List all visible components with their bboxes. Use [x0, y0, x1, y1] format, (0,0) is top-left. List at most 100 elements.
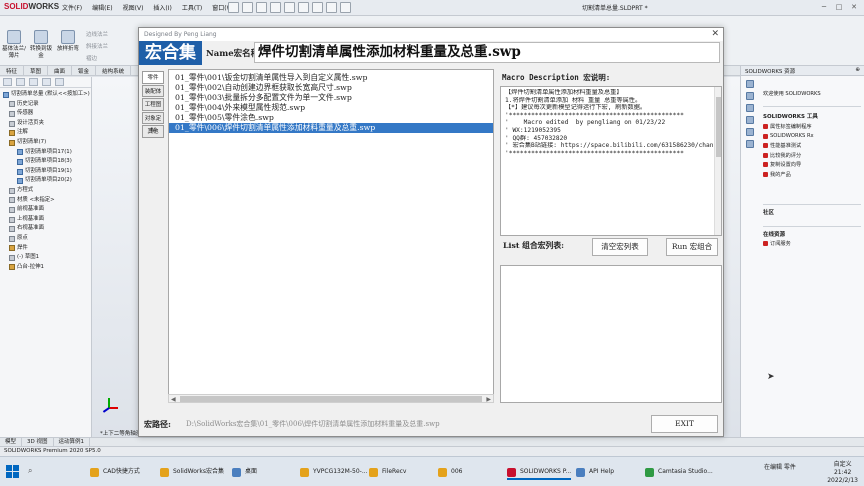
taskbar-app[interactable]: API Help	[576, 464, 614, 480]
tab-3d-views[interactable]: 3D 视图	[22, 438, 54, 446]
feature-manager-icon[interactable]	[3, 78, 12, 86]
exit-button[interactable]: EXIT	[651, 415, 718, 433]
tab-assembly[interactable]: 装配体	[142, 84, 164, 97]
macro-list[interactable]: 01_零件\001\钣金切割清单属性导入到自定义属性.swp 01_零件\002…	[168, 69, 494, 403]
tool-link[interactable]: SOLIDWORKS Rx	[763, 132, 814, 142]
edge-flange-button[interactable]: 边线法兰	[86, 30, 108, 38]
tree-item-cut-list-20[interactable]: 切割清单项目20(2)	[3, 176, 91, 186]
view-palette-tab-icon[interactable]	[746, 116, 754, 124]
taskbar-app[interactable]: 006	[438, 464, 462, 480]
taskbar-app[interactable]: SolidWorks宏合集	[160, 464, 224, 480]
subscription-link[interactable]: 订阅服务	[763, 239, 791, 249]
dialog-close-icon[interactable]: ✕	[711, 29, 719, 39]
macro-name-field[interactable]: 焊件切割清单属性添加材料重量及总重.swp	[254, 42, 720, 63]
display-manager-icon[interactable]	[55, 78, 64, 86]
tree-item-right-plane[interactable]: 右视基准面	[3, 224, 91, 234]
print-icon[interactable]	[270, 2, 281, 13]
list-item[interactable]: 01_零件\003\批量拆分多配置文件为单一文件.swp	[169, 93, 493, 103]
tray-clock[interactable]: 自定义 21:42 2022/2/13	[827, 461, 858, 485]
macro-list-hscrollbar[interactable]: ◀ ▶	[168, 394, 494, 403]
tab-model[interactable]: 模型	[0, 438, 23, 446]
tree-item-material[interactable]: 材质 <未指定>	[3, 196, 91, 206]
list-item[interactable]: 01_零件\005\零件涂色.swp	[169, 113, 493, 123]
save-icon[interactable]	[256, 2, 267, 13]
tree-item-annotations[interactable]: 注解	[3, 128, 91, 138]
hem-button[interactable]: 褶边	[86, 54, 97, 62]
tree-item-boss-extrude1[interactable]: 凸台-拉伸1	[3, 263, 91, 273]
scroll-right-icon[interactable]: ▶	[486, 396, 491, 403]
tab-sheetmetal[interactable]: 钣金	[72, 66, 97, 75]
taskbar-app[interactable]: 桌面	[232, 464, 257, 480]
windows-start-icon[interactable]	[6, 465, 19, 478]
appearances-tab-icon[interactable]	[746, 128, 754, 136]
tool-link[interactable]: 性能基准测试	[763, 141, 814, 151]
list-item[interactable]: 01_零件\002\自动创建边界框获取长宽高尺寸.swp	[169, 83, 493, 93]
miter-flange-button[interactable]: 斜接法兰	[86, 42, 108, 50]
taskbar-app[interactable]: Camtasia Studio...	[645, 464, 713, 480]
combo-macro-list[interactable]	[500, 265, 722, 403]
taskbar-app[interactable]: YVPCG132M-50-...	[300, 464, 368, 480]
taskbar-app-active[interactable]: SOLIDWORKS P...	[507, 464, 572, 480]
scroll-thumb[interactable]	[716, 97, 721, 157]
description-vscrollbar[interactable]	[714, 87, 721, 235]
base-flange-button[interactable]: 基体法兰/薄片	[2, 30, 26, 60]
menu-tools[interactable]: 工具(T)	[182, 3, 202, 12]
minimize-icon[interactable]: ─	[818, 2, 830, 13]
tree-item-weldment[interactable]: 焊件	[3, 244, 91, 254]
list-item-selected[interactable]: 01_零件\006\焊件切割清单属性添加材料重量及总重.swp	[169, 123, 493, 133]
list-item[interactable]: 01_零件\004\外来模型属性规范.swp	[169, 103, 493, 113]
menu-view[interactable]: 视图(V)	[123, 3, 144, 12]
tab-sketch[interactable]: 草图	[24, 66, 49, 75]
menu-file[interactable]: 文件(F)	[62, 3, 82, 12]
maximize-icon[interactable]: □	[833, 2, 845, 13]
tab-motion-study[interactable]: 运动算例1	[54, 438, 90, 446]
new-icon[interactable]	[228, 2, 239, 13]
select-icon[interactable]	[312, 2, 323, 13]
clear-list-button[interactable]: 清空宏列表	[592, 238, 648, 256]
tab-custom-object[interactable]: 对象定制	[142, 111, 164, 134]
config-manager-icon[interactable]	[29, 78, 38, 86]
pin-icon[interactable]: ⊕	[855, 67, 860, 74]
menu-insert[interactable]: 插入(I)	[153, 3, 171, 12]
tab-features[interactable]: 特征	[0, 66, 25, 75]
tool-link[interactable]: 我的产品	[763, 170, 814, 180]
scroll-left-icon[interactable]: ◀	[171, 396, 176, 403]
tree-root[interactable]: 切割清单总量 (默认<<按加工>)	[3, 90, 91, 100]
description-box[interactable]: 【焊件切割清单属性添加材料重量及总重】 1.将焊件切割清单添加 材料 重量 总重…	[500, 86, 722, 236]
run-combo-button[interactable]: Run 宏组合	[666, 238, 718, 256]
file-explorer-tab-icon[interactable]	[746, 104, 754, 112]
tree-item-sketch1[interactable]: (-) 草图1	[3, 253, 91, 263]
undo-icon[interactable]	[284, 2, 295, 13]
search-icon[interactable]: ⌕	[28, 466, 32, 476]
design-library-tab-icon[interactable]	[746, 92, 754, 100]
convert-sheetmetal-button[interactable]: 转换到钣金	[29, 30, 53, 60]
resources-tab-icon[interactable]	[746, 80, 754, 88]
tree-item-cut-list-17[interactable]: 切割清单项目17(1)	[3, 148, 91, 158]
redo-icon[interactable]	[298, 2, 309, 13]
tool-link[interactable]: 属性标签编制程序	[763, 122, 814, 132]
tree-item-cut-list[interactable]: 切割清单(7)	[3, 138, 91, 148]
tree-item-front-plane[interactable]: 前视基准面	[3, 205, 91, 215]
open-icon[interactable]	[242, 2, 253, 13]
tree-item-cut-list-18[interactable]: 切割清单项目18(3)	[3, 157, 91, 167]
tab-part[interactable]: 零件	[142, 71, 164, 84]
tree-item-equations[interactable]: 方程式	[3, 186, 91, 196]
tree-item-sensors[interactable]: 传感器	[3, 109, 91, 119]
tool-link[interactable]: 复制设置向导	[763, 160, 814, 170]
tree-item-history[interactable]: 历史记录	[3, 100, 91, 110]
tab-drawing[interactable]: 工程图	[142, 98, 164, 111]
taskbar-app[interactable]: CAD快捷方式	[90, 464, 140, 480]
tab-structure-system[interactable]: 结构系统	[96, 66, 132, 75]
tree-item-origin[interactable]: 原点	[3, 234, 91, 244]
property-manager-icon[interactable]	[16, 78, 25, 86]
taskbar-app[interactable]: FileRecv	[369, 464, 406, 480]
close-icon[interactable]: ✕	[848, 2, 860, 13]
lofted-bend-button[interactable]: 放样折弯	[56, 30, 80, 53]
tool-link[interactable]: 比较我的评分	[763, 151, 814, 161]
tree-item-top-plane[interactable]: 上视基准面	[3, 215, 91, 225]
tab-other[interactable]: 其他	[142, 125, 164, 138]
tree-item-design-binder[interactable]: 设计活页夹	[3, 119, 91, 129]
list-item[interactable]: 01_零件\001\钣金切割清单属性导入到自定义属性.swp	[169, 73, 493, 83]
rebuild-icon[interactable]	[326, 2, 337, 13]
options-icon[interactable]	[340, 2, 351, 13]
